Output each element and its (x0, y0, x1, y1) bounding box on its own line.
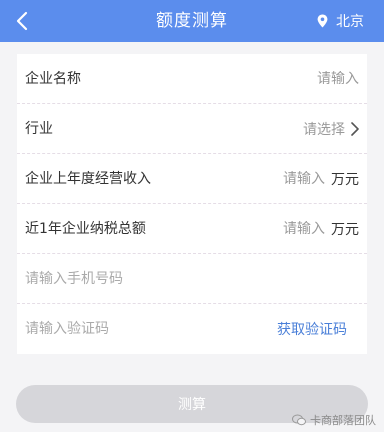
location-selector[interactable]: 北京 (317, 0, 364, 42)
phone-row (17, 254, 367, 304)
tax-label: 近1年企业纳税总额 (25, 221, 146, 237)
chevron-right-icon (351, 122, 359, 136)
company-name-row: 企业名称 (17, 54, 367, 104)
revenue-unit: 万元 (331, 172, 359, 188)
industry-label: 行业 (25, 121, 53, 137)
verification-code-input[interactable] (25, 304, 225, 354)
location-text: 北京 (336, 14, 364, 30)
tax-input[interactable] (265, 221, 325, 237)
location-pin-icon (317, 14, 328, 28)
company-name-label: 企业名称 (25, 71, 81, 87)
company-name-input[interactable] (269, 71, 359, 87)
revenue-input[interactable] (265, 171, 325, 187)
quota-form: 企业名称 行业 请选择 企业上年度经营收入 万元 近1年企业纳税总额 万元 (17, 54, 367, 354)
watermark-text: 卡商部落团队 (310, 414, 376, 427)
tax-unit: 万元 (331, 222, 359, 238)
get-code-button[interactable]: 获取验证码 (277, 319, 347, 339)
revenue-label: 企业上年度经营收入 (25, 171, 151, 187)
header-bar: 额度测算 北京 (0, 0, 384, 42)
revenue-row: 企业上年度经营收入 万元 (17, 154, 367, 204)
phone-input[interactable] (25, 254, 265, 304)
wechat-icon (292, 414, 306, 426)
code-row: 获取验证码 (17, 304, 367, 354)
industry-row[interactable]: 行业 请选择 (17, 104, 367, 154)
tax-row: 近1年企业纳税总额 万元 (17, 204, 367, 254)
industry-select-hint: 请选择 (303, 122, 345, 138)
watermark: 卡商部落团队 (292, 412, 376, 428)
